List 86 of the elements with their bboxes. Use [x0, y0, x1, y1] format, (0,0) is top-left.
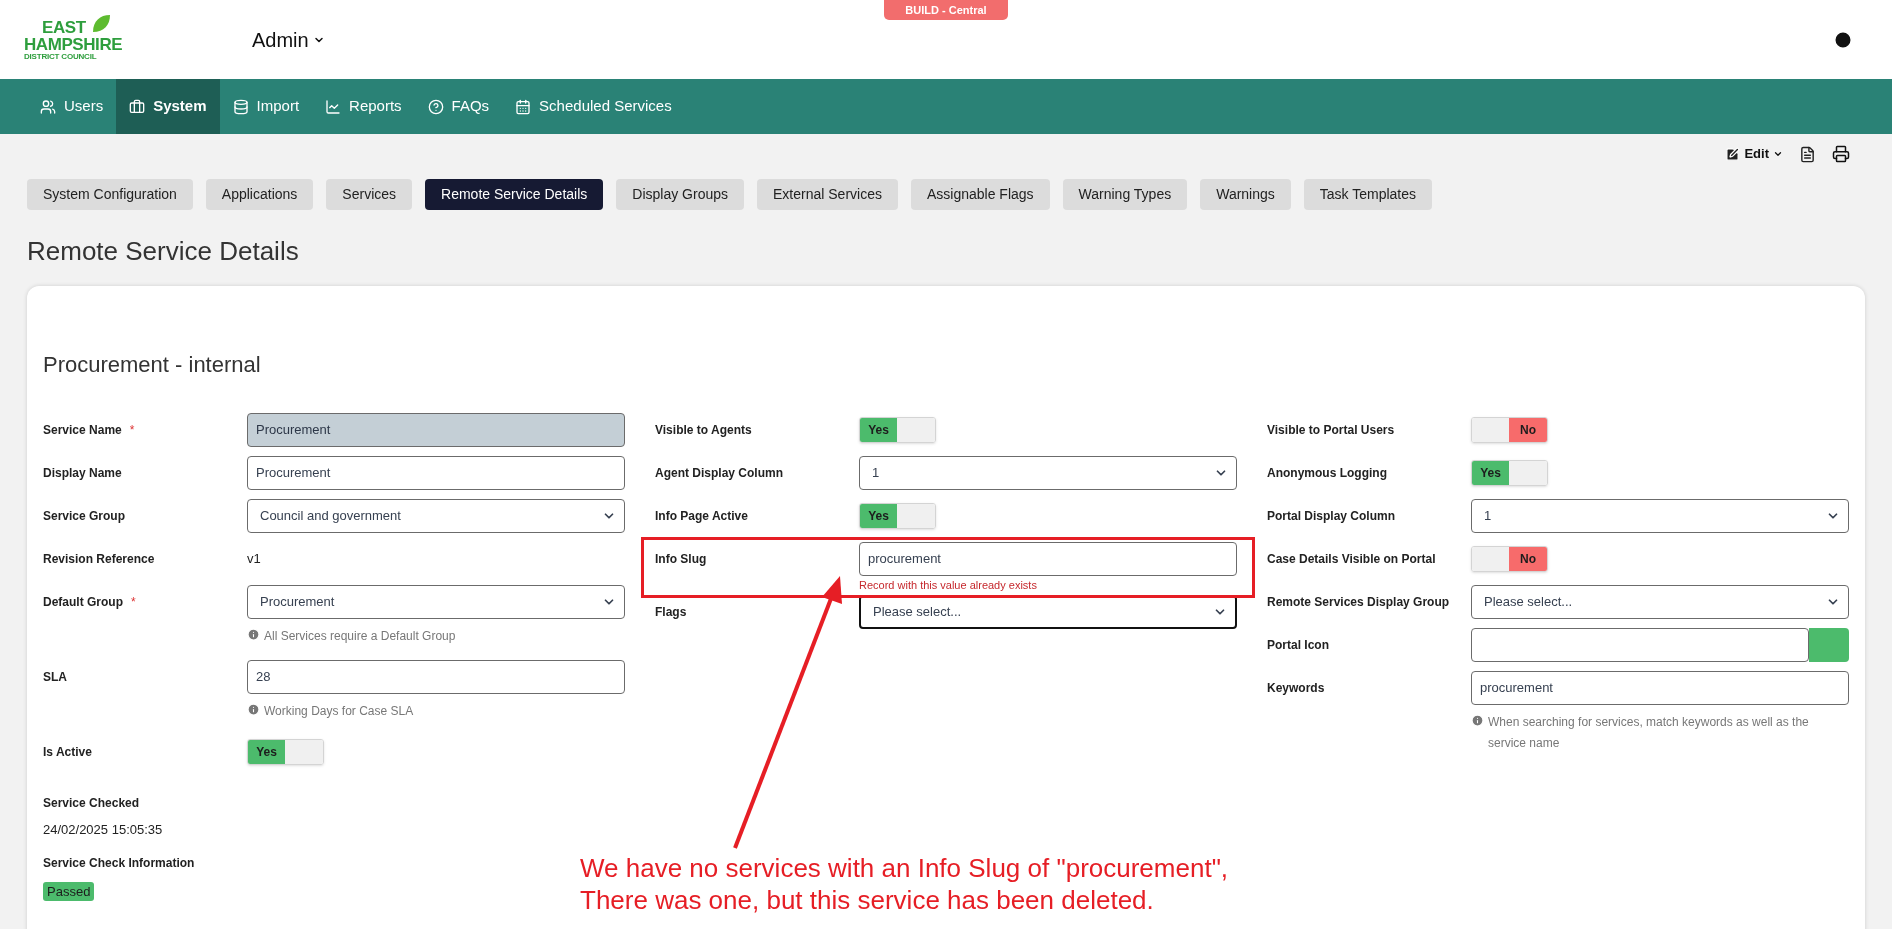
field-label: Service Check Information	[43, 854, 195, 872]
page-title: Remote Service Details	[27, 235, 300, 268]
field-label: Service Name	[43, 422, 122, 439]
tab[interactable]: Warnings	[1200, 179, 1291, 210]
input-field[interactable]	[1471, 628, 1809, 662]
select-dropdown[interactable]: 1	[859, 456, 1237, 490]
pdf-icon[interactable]	[1799, 145, 1816, 163]
info-icon	[247, 628, 260, 641]
tab[interactable]: Remote Service Details	[425, 179, 604, 210]
annotation-text: There was one, but this service has been deleted.	[580, 884, 1155, 916]
nav-item[interactable]: System	[116, 79, 220, 134]
field-label: Is Active	[43, 744, 92, 761]
caret-icon	[1773, 149, 1783, 159]
hint-text: When searching for services, match keywords as well as the service name	[1488, 714, 1810, 752]
nav-icon	[515, 98, 532, 115]
field-label: Default Group	[43, 594, 123, 611]
field-label: Service Checked	[43, 795, 140, 812]
field-label: Keywords	[1267, 680, 1325, 697]
field-label: Visible to Agents	[655, 422, 752, 439]
tab[interactable]: Services	[326, 179, 413, 210]
tab[interactable]: Applications	[205, 179, 314, 210]
tab[interactable]: Task Templates	[1303, 179, 1433, 210]
toggle-switch[interactable]: Yes	[247, 739, 324, 765]
info-icon	[1471, 714, 1484, 727]
field-label: Anonymous Logging	[1267, 465, 1387, 482]
field-label: Service Group	[43, 508, 126, 525]
nav-icon	[427, 98, 444, 115]
field-label: Portal Icon	[1267, 637, 1329, 654]
tab[interactable]: Display Groups	[616, 179, 744, 210]
logo[interactable]: EAST HAMPSHIRE DISTRICT COUNCIL	[24, 18, 122, 61]
build-badge: BUILD - Central	[884, 0, 1008, 20]
toggle-switch[interactable]: No	[1471, 546, 1548, 572]
print-icon[interactable]	[1832, 145, 1850, 163]
nav-item[interactable]: Reports	[312, 79, 415, 134]
field-label: Flags	[655, 604, 687, 621]
tab[interactable]: External Services	[757, 179, 898, 210]
field-value: 24/02/2025 15:05:35	[43, 821, 163, 839]
hint-text: Working Days for Case SLA	[264, 703, 414, 720]
color-swatch[interactable]	[1809, 628, 1849, 662]
select-dropdown[interactable]: Council and government	[247, 499, 625, 533]
tab[interactable]: Warning Types	[1062, 179, 1188, 210]
toggle-switch[interactable]: Yes	[859, 417, 936, 443]
field-label: Remote Services Display Group	[1267, 594, 1450, 611]
nav-item[interactable]: Users	[27, 79, 117, 134]
record-title: Procurement - internal	[43, 351, 262, 379]
select-dropdown[interactable]: 1	[1471, 499, 1849, 533]
nav-item[interactable]: Scheduled Services	[502, 79, 685, 134]
leaf-icon	[90, 12, 112, 35]
field-value: v1	[247, 550, 262, 569]
nav-item[interactable]: Import	[219, 79, 313, 134]
nav-icon	[232, 98, 249, 115]
tab[interactable]: Assignable Flags	[910, 179, 1050, 210]
error-message: Record with this value already exists	[859, 578, 1038, 592]
tab[interactable]: System Configuration	[27, 179, 193, 210]
field-label: Info Page Active	[655, 508, 748, 525]
field-label: Visible to Portal Users	[1267, 422, 1395, 439]
input-field[interactable]: Procurement	[247, 456, 625, 490]
required-mark: *	[129, 422, 135, 439]
select-dropdown[interactable]: Please select...	[1471, 585, 1849, 619]
select-dropdown[interactable]: Procurement	[247, 585, 625, 619]
status-badge: Passed	[43, 881, 95, 901]
field-label: Portal Display Column	[1267, 508, 1396, 525]
field-label: Agent Display Column	[655, 465, 783, 482]
field-label: SLA	[43, 669, 67, 686]
field-label: Case Details Visible on Portal	[1267, 551, 1436, 568]
field-label: Revision Reference	[43, 551, 155, 568]
nav-icon	[40, 98, 56, 115]
toggle-switch[interactable]: Yes	[1471, 460, 1548, 486]
nav-icon	[325, 98, 342, 115]
toggle-switch[interactable]: No	[1471, 417, 1548, 443]
field-label: Display Name	[43, 465, 122, 482]
annotation-text: We have no services with an Info Slug of "procurement",	[580, 852, 1229, 884]
hint-text: All Services require a Default Group	[264, 628, 456, 645]
input-field[interactable]: procurement	[859, 542, 1237, 576]
input-field[interactable]: procurement	[1471, 671, 1849, 705]
input-field[interactable]: 28	[247, 660, 625, 694]
nav-item[interactable]: FAQs	[414, 79, 503, 134]
info-icon	[247, 703, 260, 716]
edit-menu-button[interactable]: Edit	[1725, 144, 1783, 164]
required-mark: *	[131, 594, 136, 611]
toggle-switch[interactable]: Yes	[859, 503, 936, 529]
admin-menu[interactable]: Admin	[252, 24, 325, 55]
edit-icon	[1725, 146, 1741, 162]
nav-icon	[129, 98, 146, 115]
field-label: Info Slug	[655, 551, 707, 568]
input-field: Procurement	[247, 413, 625, 447]
